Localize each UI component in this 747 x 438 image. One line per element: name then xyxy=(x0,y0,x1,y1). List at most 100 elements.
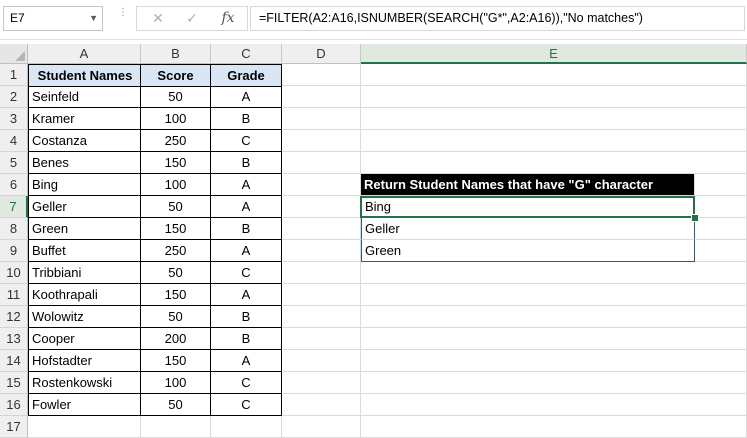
cell-d4[interactable] xyxy=(282,130,361,152)
grade-cell[interactable]: A xyxy=(211,284,282,306)
student-name-cell[interactable]: Cooper xyxy=(28,328,141,350)
student-name-cell[interactable]: Costanza xyxy=(28,130,141,152)
grade-cell[interactable]: A xyxy=(211,240,282,262)
cell-d7[interactable] xyxy=(282,196,361,218)
enter-icon[interactable]: ✓ xyxy=(179,7,205,30)
row-header-8[interactable]: 8 xyxy=(0,218,28,240)
student-name-cell[interactable]: Seinfeld xyxy=(28,86,141,108)
row-header-3[interactable]: 3 xyxy=(0,108,28,130)
cell-d16[interactable] xyxy=(282,394,361,416)
table-header-student-names[interactable]: Student Names xyxy=(28,64,142,87)
student-name-cell[interactable]: Rostenkowski xyxy=(28,372,141,394)
cell-d3[interactable] xyxy=(282,108,361,130)
student-name-cell[interactable]: Buffet xyxy=(28,240,141,262)
student-name-cell[interactable]: Bing xyxy=(28,174,141,196)
row-header-12[interactable]: 12 xyxy=(0,306,28,328)
student-name-cell[interactable]: Tribbiani xyxy=(28,262,141,284)
cell-d15[interactable] xyxy=(282,372,361,394)
cell-d17[interactable] xyxy=(282,416,361,438)
grade-cell[interactable]: A xyxy=(211,350,282,372)
grade-cell[interactable]: B xyxy=(211,152,282,174)
cancel-icon[interactable]: ✕ xyxy=(145,7,171,30)
cell-d10[interactable] xyxy=(282,262,361,284)
row-header-14[interactable]: 14 xyxy=(0,350,28,372)
cell-e4[interactable] xyxy=(361,130,747,152)
cell-e14[interactable] xyxy=(361,350,747,372)
student-name-cell[interactable]: Wolowitz xyxy=(28,306,141,328)
row-header-6[interactable]: 6 xyxy=(0,174,28,196)
score-cell[interactable]: 50 xyxy=(141,394,211,416)
grade-cell[interactable]: C xyxy=(211,262,282,284)
row-header-1[interactable]: 1 xyxy=(0,64,28,86)
cell-d1[interactable] xyxy=(282,64,361,86)
cell-a17[interactable] xyxy=(28,416,141,438)
score-cell[interactable]: 250 xyxy=(141,130,211,152)
cell-d8[interactable] xyxy=(282,218,361,240)
student-name-cell[interactable]: Geller xyxy=(28,196,141,218)
cell-d13[interactable] xyxy=(282,328,361,350)
student-name-cell[interactable]: Kramer xyxy=(28,108,141,130)
student-name-cell[interactable]: Benes xyxy=(28,152,141,174)
cell-d12[interactable] xyxy=(282,306,361,328)
grade-cell[interactable]: A xyxy=(211,174,282,196)
cell-e15[interactable] xyxy=(361,372,747,394)
student-name-cell[interactable]: Fowler xyxy=(28,394,141,416)
grade-cell[interactable]: C xyxy=(211,394,282,416)
name-box[interactable]: E7 ▼ xyxy=(3,6,103,31)
score-cell[interactable]: 50 xyxy=(141,306,211,328)
cell-e16[interactable] xyxy=(361,394,747,416)
cell-d5[interactable] xyxy=(282,152,361,174)
student-name-cell[interactable]: Green xyxy=(28,218,141,240)
row-header-16[interactable]: 16 xyxy=(0,394,28,416)
formula-input[interactable]: =FILTER(A2:A16,ISNUMBER(SEARCH("G*",A2:A… xyxy=(250,6,745,31)
grade-cell[interactable]: B xyxy=(211,306,282,328)
cell-d2[interactable] xyxy=(282,86,361,108)
row-header-13[interactable]: 13 xyxy=(0,328,28,350)
result-header-cell[interactable]: Return Student Names that have "G" chara… xyxy=(361,174,695,196)
cell-e3[interactable] xyxy=(361,108,747,130)
score-cell[interactable]: 100 xyxy=(141,174,211,196)
column-header-a[interactable]: A xyxy=(28,44,141,64)
cell-e13[interactable] xyxy=(361,328,747,350)
row-header-9[interactable]: 9 xyxy=(0,240,28,262)
student-name-cell[interactable]: Hofstadter xyxy=(28,350,141,372)
cell-b17[interactable] xyxy=(141,416,211,438)
chevron-down-icon[interactable]: ▼ xyxy=(89,7,98,30)
cell-d9[interactable] xyxy=(282,240,361,262)
score-cell[interactable]: 100 xyxy=(141,372,211,394)
score-cell[interactable]: 50 xyxy=(141,86,211,108)
grade-cell[interactable]: A xyxy=(211,196,282,218)
row-header-10[interactable]: 10 xyxy=(0,262,28,284)
grade-cell[interactable]: B xyxy=(211,108,282,130)
score-cell[interactable]: 250 xyxy=(141,240,211,262)
cell-e10[interactable] xyxy=(361,262,747,284)
fill-handle[interactable] xyxy=(691,214,699,222)
row-header-4[interactable]: 4 xyxy=(0,130,28,152)
student-name-cell[interactable]: Koothrapali xyxy=(28,284,141,306)
score-cell[interactable]: 150 xyxy=(141,152,211,174)
grade-cell[interactable]: B xyxy=(211,218,282,240)
grade-cell[interactable]: A xyxy=(211,86,282,108)
score-cell[interactable]: 50 xyxy=(141,196,211,218)
row-header-2[interactable]: 2 xyxy=(0,86,28,108)
select-all-button[interactable] xyxy=(0,44,28,64)
result-cell[interactable]: Geller xyxy=(361,218,695,240)
score-cell[interactable]: 150 xyxy=(141,350,211,372)
grade-cell[interactable]: C xyxy=(211,372,282,394)
column-header-c[interactable]: C xyxy=(211,44,282,64)
row-header-15[interactable]: 15 xyxy=(0,372,28,394)
cell-d11[interactable] xyxy=(282,284,361,306)
insert-function-icon[interactable]: fx xyxy=(215,7,241,30)
row-header-5[interactable]: 5 xyxy=(0,152,28,174)
row-header-17[interactable]: 17 xyxy=(0,416,28,438)
grade-cell[interactable]: C xyxy=(211,130,282,152)
row-header-7[interactable]: 7 xyxy=(0,196,28,218)
result-cell[interactable]: Bing xyxy=(361,196,695,218)
grade-cell[interactable]: B xyxy=(211,328,282,350)
cell-e11[interactable] xyxy=(361,284,747,306)
result-cell[interactable]: Green xyxy=(361,240,695,262)
score-cell[interactable]: 100 xyxy=(141,108,211,130)
cell-e2[interactable] xyxy=(361,86,747,108)
cell-e5[interactable] xyxy=(361,152,747,174)
cell-e1[interactable] xyxy=(361,64,747,86)
